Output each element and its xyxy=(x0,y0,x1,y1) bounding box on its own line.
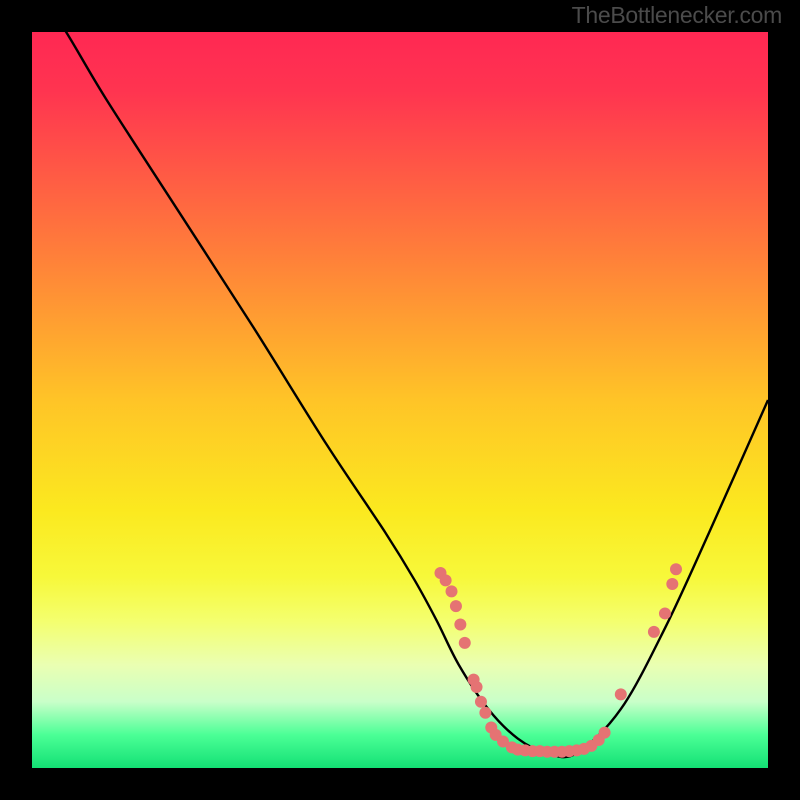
data-point xyxy=(659,607,671,619)
data-point xyxy=(648,626,660,638)
data-point xyxy=(450,600,462,612)
data-point xyxy=(475,696,487,708)
data-point xyxy=(440,574,452,586)
data-point xyxy=(471,681,483,693)
data-point xyxy=(446,585,458,597)
data-point xyxy=(670,563,682,575)
chart-container: TheBottleneсker.com xyxy=(0,0,800,800)
plot-background xyxy=(32,32,768,768)
data-point xyxy=(454,618,466,630)
data-point xyxy=(615,688,627,700)
data-point xyxy=(479,707,491,719)
chart-svg xyxy=(0,0,800,800)
data-point xyxy=(459,637,471,649)
data-point xyxy=(666,578,678,590)
watermark-text: TheBottleneсker.com xyxy=(572,2,782,29)
data-point xyxy=(599,727,611,739)
